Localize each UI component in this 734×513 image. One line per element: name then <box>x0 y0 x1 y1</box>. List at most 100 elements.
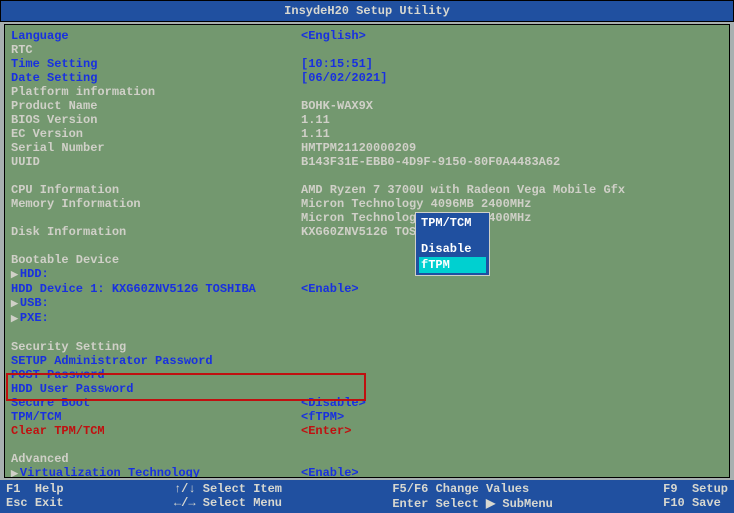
value: <Enable> <box>301 282 359 296</box>
row-date[interactable]: Date Setting [06/02/2021] <box>11 71 723 85</box>
row-security: Security Setting <box>11 340 723 354</box>
value: <fTPM> <box>301 410 344 424</box>
row-admin[interactable]: SETUP Administrator Password <box>11 354 723 368</box>
key-f1: F1 <box>6 482 20 496</box>
label: BIOS Version <box>11 113 301 127</box>
action-setup: Setup <box>692 482 728 496</box>
row-serial: Serial Number HMTPM21120000209 <box>11 141 723 155</box>
label: Security Setting <box>11 340 301 354</box>
action-help: Help <box>35 482 64 496</box>
tpm-popup[interactable]: TPM/TCM Disable fTPM <box>415 212 490 276</box>
value: [10:15:51] <box>301 57 373 71</box>
value: [06/02/2021] <box>301 71 387 85</box>
row-advanced: Advanced <box>11 452 723 466</box>
row-secboot[interactable]: Secure Boot <Disable> <box>11 396 723 410</box>
title-bar: InsydeH20 Setup Utility <box>0 0 734 22</box>
utility-title: InsydeH20 Setup Utility <box>284 4 450 18</box>
label: Advanced <box>11 452 301 466</box>
row-platform: Platform information <box>11 85 723 99</box>
key-enter: Enter <box>392 497 428 511</box>
value: <Enable> <box>301 466 359 478</box>
popup-option-disable[interactable]: Disable <box>419 241 486 257</box>
row-bios: BIOS Version 1.11 <box>11 113 723 127</box>
footer-right: F9 Setup F10 Save <box>663 482 728 511</box>
row-ec: EC Version 1.11 <box>11 127 723 141</box>
label: Serial Number <box>11 141 301 155</box>
label: CPU Information <box>11 183 301 197</box>
value: AMD Ryzen 7 3700U with Radeon Vega Mobil… <box>301 183 625 197</box>
row-hdduser[interactable]: HDD User Password <box>11 382 723 396</box>
label: Clear TPM/TCM <box>11 424 301 438</box>
label: USB: <box>11 296 301 311</box>
label: Platform information <box>11 85 301 99</box>
footer-left: F1 Help Esc Exit <box>6 482 64 511</box>
value: <Disable> <box>301 396 366 410</box>
key-f5f6: F5/F6 <box>392 482 428 496</box>
label: HDD: <box>11 267 301 282</box>
main-panel: Language <English> RTC Time Setting [10:… <box>4 24 730 478</box>
label: POST Password <box>11 368 301 382</box>
popup-title: TPM/TCM <box>419 215 486 231</box>
label: Bootable Device <box>11 253 301 267</box>
action-save: Save <box>692 496 721 510</box>
row-mem2: Micron Technology 4096MB 2400MHz <box>11 211 723 225</box>
row-tpm[interactable]: TPM/TCM <fTPM> <box>11 410 723 424</box>
key-f10: F10 <box>663 496 685 510</box>
footer-mid: ↑/↓ Select Item ←/→ Select Menu <box>174 482 282 511</box>
row-rtc: RTC <box>11 43 723 57</box>
label: SETUP Administrator Password <box>11 354 301 368</box>
label: HDD Device 1: KXG60ZNV512G TOSHIBA <box>11 282 301 296</box>
value: HMTPM21120000209 <box>301 141 416 155</box>
label: TPM/TCM <box>11 410 301 424</box>
footer-mid2: F5/F6 Change Values Enter Select ▶ SubMe… <box>392 482 552 511</box>
label: Disk Information <box>11 225 301 239</box>
label: Product Name <box>11 99 301 113</box>
footer-bar: F1 Help Esc Exit ↑/↓ Select Item ←/→ Sel… <box>0 480 734 513</box>
label: Virtualization Technology <box>11 466 301 478</box>
action-submenu: Select ▶ SubMenu <box>436 497 553 511</box>
row-hdd1[interactable]: HDD Device 1: KXG60ZNV512G TOSHIBA <Enab… <box>11 282 723 296</box>
value: B143F31E-EBB0-4D9F-9150-80F0A4483A62 <box>301 155 560 169</box>
key-esc: Esc <box>6 496 28 510</box>
label: Secure Boot <box>11 396 301 410</box>
row-post[interactable]: POST Password <box>11 368 723 382</box>
value: Micron Technology 4096MB 2400MHz <box>301 197 531 211</box>
row-usb[interactable]: USB: <box>11 296 723 311</box>
value: <Enter> <box>301 424 351 438</box>
label: Date Setting <box>11 71 301 85</box>
popup-option-ftpm[interactable]: fTPM <box>419 257 486 273</box>
row-uuid: UUID B143F31E-EBB0-4D9F-9150-80F0A4483A6… <box>11 155 723 169</box>
label: RTC <box>11 43 301 57</box>
key-updown: ↑/↓ <box>174 482 196 496</box>
row-bootable: Bootable Device <box>11 253 723 267</box>
value: KXG60ZNV512G TOS <box>301 225 416 239</box>
row-language[interactable]: Language <English> <box>11 29 723 43</box>
key-leftright: ←/→ <box>174 496 196 510</box>
row-cleartpm[interactable]: Clear TPM/TCM <Enter> <box>11 424 723 438</box>
row-product: Product Name BOHK-WAX9X <box>11 99 723 113</box>
label: EC Version <box>11 127 301 141</box>
value: BOHK-WAX9X <box>301 99 373 113</box>
action-change: Change Values <box>436 482 530 496</box>
label: HDD User Password <box>11 382 301 396</box>
row-disk: Disk Information KXG60ZNV512G TOS <box>11 225 723 239</box>
label: UUID <box>11 155 301 169</box>
row-time[interactable]: Time Setting [10:15:51] <box>11 57 723 71</box>
action-select-menu: Select Menu <box>203 496 282 510</box>
label <box>11 211 301 225</box>
row-mem1: Memory Information Micron Technology 409… <box>11 197 723 211</box>
label: Memory Information <box>11 197 301 211</box>
row-hdd[interactable]: HDD: <box>11 267 723 282</box>
label: Language <box>11 29 301 43</box>
label: Time Setting <box>11 57 301 71</box>
value: 1.11 <box>301 113 330 127</box>
key-f9: F9 <box>663 482 677 496</box>
value: 1.11 <box>301 127 330 141</box>
label: PXE: <box>11 311 301 326</box>
row-virt[interactable]: Virtualization Technology <Enable> <box>11 466 723 478</box>
value: <English> <box>301 29 366 43</box>
row-cpu: CPU Information AMD Ryzen 7 3700U with R… <box>11 183 723 197</box>
action-exit: Exit <box>35 496 64 510</box>
row-pxe[interactable]: PXE: <box>11 311 723 326</box>
action-select-item: Select Item <box>203 482 282 496</box>
